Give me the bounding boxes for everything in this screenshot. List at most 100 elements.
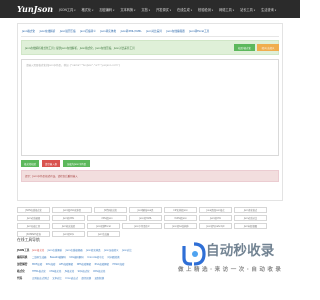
- tools-row: JSON工具 Json格式化 Json在线解析 Json在线编辑器 Json转实体类 Js…: [17, 246, 283, 253]
- tools-link[interactable]: 时间戳转换: [108, 255, 120, 259]
- tool-tag-link[interactable]: Json解析Java类: [129, 207, 162, 213]
- tool-info-text: Json在线解析格式化工具 | 提供Json在线解析，Json格式化，Json在…: [25, 46, 135, 50]
- tools-link[interactable]: CSS格式化: [49, 269, 61, 273]
- tool-tag-link[interactable]: JS代码格式化: [94, 207, 127, 213]
- tool-tag-link[interactable]: Json转Go结构体: [164, 223, 197, 229]
- tools-directory: 在线工具导航 JSON工具 Json格式化 Json在线解析 Json在线编辑器 Jso…: [17, 237, 283, 281]
- tool-tag-link[interactable]: Json转换Excel: [87, 223, 120, 229]
- tool-tag-link[interactable]: Json美化格式: [234, 207, 267, 213]
- nav-item[interactable]: 文本转换▾: [120, 7, 135, 12]
- tools-link[interactable]: Json格式化: [32, 248, 44, 252]
- subnav-tab[interactable]: Json对比差异: [145, 29, 163, 34]
- nav-item-label: 文本转换: [120, 7, 134, 12]
- tools-link[interactable]: SQL格式化: [78, 269, 90, 273]
- tool-subnav: Json格式化 Json在线解析 Json展开压缩 Json压缩转义 Json转实体类 J…: [21, 26, 279, 36]
- tools-link[interactable]: Unicode转中文: [87, 255, 104, 259]
- tools-link[interactable]: Cron表达式: [65, 276, 78, 280]
- nav-item-label: 文档: [141, 7, 148, 12]
- tools-link[interactable]: RSA加密解密: [95, 262, 109, 266]
- tools-link[interactable]: 正则表达式测试: [32, 276, 49, 280]
- tool-tag-link[interactable]: Json转YAML: [129, 215, 162, 221]
- subnav-tab[interactable]: Json格式化: [21, 29, 36, 34]
- nav-item-label: 校验检测: [198, 7, 211, 12]
- tools-link[interactable]: 颜色转换: [82, 276, 92, 280]
- tools-link[interactable]: Json压缩转义: [104, 248, 119, 252]
- subnav-tab[interactable]: Json压缩转义: [79, 29, 97, 34]
- tools-link[interactable]: Json对比: [122, 248, 132, 252]
- main-nav: JSON工具▾ 格式化▾ 加密编码▾ 文本转换▾ 文档▾ 开发调试▾ 在线生成▾ 校验检测▾ 网…: [59, 7, 282, 12]
- chevron-down-icon: ▾: [232, 8, 235, 12]
- tool-tag-link[interactable]: Json树形视图: [234, 223, 267, 229]
- tools-category-label: 格式化: [17, 269, 25, 273]
- tools-link[interactable]: AES加密解密: [59, 262, 73, 266]
- tools-link[interactable]: Json转实体类: [86, 248, 101, 252]
- compress-button[interactable]: 压缩为Json字符串: [63, 160, 90, 167]
- tool-tag-link[interactable]: Json转TypeScript: [199, 223, 232, 229]
- tools-row: 代码 正则表达式测试 文本对比 Cron表达式 颜色转换 进制转换: [17, 274, 283, 281]
- tools-category-label: 代码: [17, 276, 23, 280]
- tool-tag-link[interactable]: Json转CSV: [199, 215, 232, 221]
- json-tool-card: Json格式化 Json在线解析 Json展开压缩 Json压缩转义 Json转实体类 J…: [17, 23, 283, 201]
- nav-item[interactable]: 文档▾: [141, 7, 150, 12]
- tools-link[interactable]: HTML格式化: [32, 269, 46, 273]
- tool-tag-link[interactable]: Json转JAVA实体类: [52, 207, 92, 213]
- nav-item[interactable]: 在线生成▾: [177, 7, 192, 12]
- json-input-textarea[interactable]: 请输入需要格式化的Json字符串，例如 {"name":"YunJson","u…: [21, 59, 279, 156]
- chevron-down-icon: ▾: [113, 8, 115, 12]
- nav-item[interactable]: 网络工具▾: [219, 7, 234, 12]
- subnav-tab[interactable]: Json转Excel工具: [188, 29, 210, 34]
- action-buttons: 格式化校验 清空输入框 压缩为Json字符串: [21, 160, 93, 167]
- subnav-tab[interactable]: Json转XML/YAML: [120, 29, 143, 34]
- tool-tag-link[interactable]: Json在线编辑: [17, 215, 50, 221]
- nav-item[interactable]: 加密编码▾: [99, 7, 114, 12]
- subnav-tab[interactable]: Json在线编辑器: [165, 29, 185, 34]
- tools-row: 加密解密 MD5加密 SHA加密 AES加密解密 DES加密解密 RSA加密解密 HMAC加…: [17, 260, 283, 267]
- subnav-tab[interactable]: Json在线解析: [39, 29, 57, 34]
- nav-item[interactable]: JSON工具▾: [59, 7, 76, 12]
- tools-directory-rows: JSON工具 Json格式化 Json在线解析 Json在线编辑器 Json转实体类 Js…: [17, 246, 283, 281]
- parse-button[interactable]: 校验/格式化: [234, 44, 255, 51]
- nav-item[interactable]: 开发调试▾: [156, 7, 171, 12]
- tools-link[interactable]: HMAC加密: [113, 262, 125, 266]
- format-validate-button[interactable]: 格式化校验: [21, 160, 39, 167]
- tools-link[interactable]: Base64编解码: [50, 255, 66, 259]
- chevron-down-icon: ▾: [253, 8, 256, 12]
- tool-tag-link[interactable]: Json格式校验: [52, 223, 85, 229]
- tools-link[interactable]: 文本对比: [52, 276, 62, 280]
- nav-item-label: 在线生成: [177, 7, 190, 12]
- tools-link[interactable]: MD5加密: [32, 262, 42, 266]
- tool-tag-link[interactable]: JSON在线格式化: [17, 207, 50, 213]
- nav-item-label: 格式化: [81, 7, 92, 12]
- nav-item[interactable]: 生活查询▾: [261, 7, 276, 12]
- tools-link[interactable]: Json在线解析: [48, 248, 63, 252]
- subnav-tab[interactable]: Json转实体类: [99, 29, 117, 34]
- tools-link[interactable]: XML格式化: [93, 269, 105, 273]
- tools-row: 格式化 HTML格式化 CSS格式化 JS格式化 SQL格式化 XML格式化: [17, 267, 283, 274]
- tool-tag-link[interactable]: YAML转Json: [164, 215, 197, 221]
- nav-item[interactable]: 校验检测▾: [198, 7, 213, 12]
- error-alert-text: 提示：Json字符串格式有误，请检查后重新输入: [25, 175, 78, 178]
- tool-tag-link[interactable]: C#实体转Json: [164, 207, 197, 213]
- tool-tag-link[interactable]: XML转Json: [87, 215, 127, 221]
- tools-link[interactable]: JS格式化: [65, 269, 74, 273]
- nav-item[interactable]: 站长工具▾: [240, 7, 255, 12]
- chevron-down-icon: ▾: [211, 8, 214, 12]
- escape-button[interactable]: 转义/去转义: [257, 44, 279, 51]
- tools-link[interactable]: DES加密解密: [77, 262, 91, 266]
- site-logo[interactable]: YunJson: [17, 4, 59, 14]
- tools-link[interactable]: SHA加密: [46, 262, 56, 266]
- tool-tag-link[interactable]: Json字符串转义: [122, 223, 162, 229]
- tool-tag-link[interactable]: Java类转Json格式: [199, 207, 232, 213]
- clear-input-button[interactable]: 清空输入框: [42, 160, 60, 167]
- tool-tag-link[interactable]: Json在线对比: [234, 215, 267, 221]
- chevron-down-icon: ▾: [190, 8, 193, 12]
- tools-link[interactable]: URL编码解码: [69, 255, 83, 259]
- nav-item[interactable]: 格式化▾: [82, 7, 94, 12]
- tool-tag-link[interactable]: Json转XML: [52, 215, 85, 221]
- tools-link[interactable]: Json在线编辑器: [66, 248, 83, 252]
- tools-link[interactable]: 进制转换: [95, 276, 105, 280]
- nav-item-label: 生活查询: [261, 7, 274, 12]
- subnav-tab[interactable]: Json展开压缩: [59, 29, 77, 34]
- tool-tag-link[interactable]: Json压缩工具: [17, 223, 50, 229]
- tools-link[interactable]: 二维码生成器: [32, 255, 46, 259]
